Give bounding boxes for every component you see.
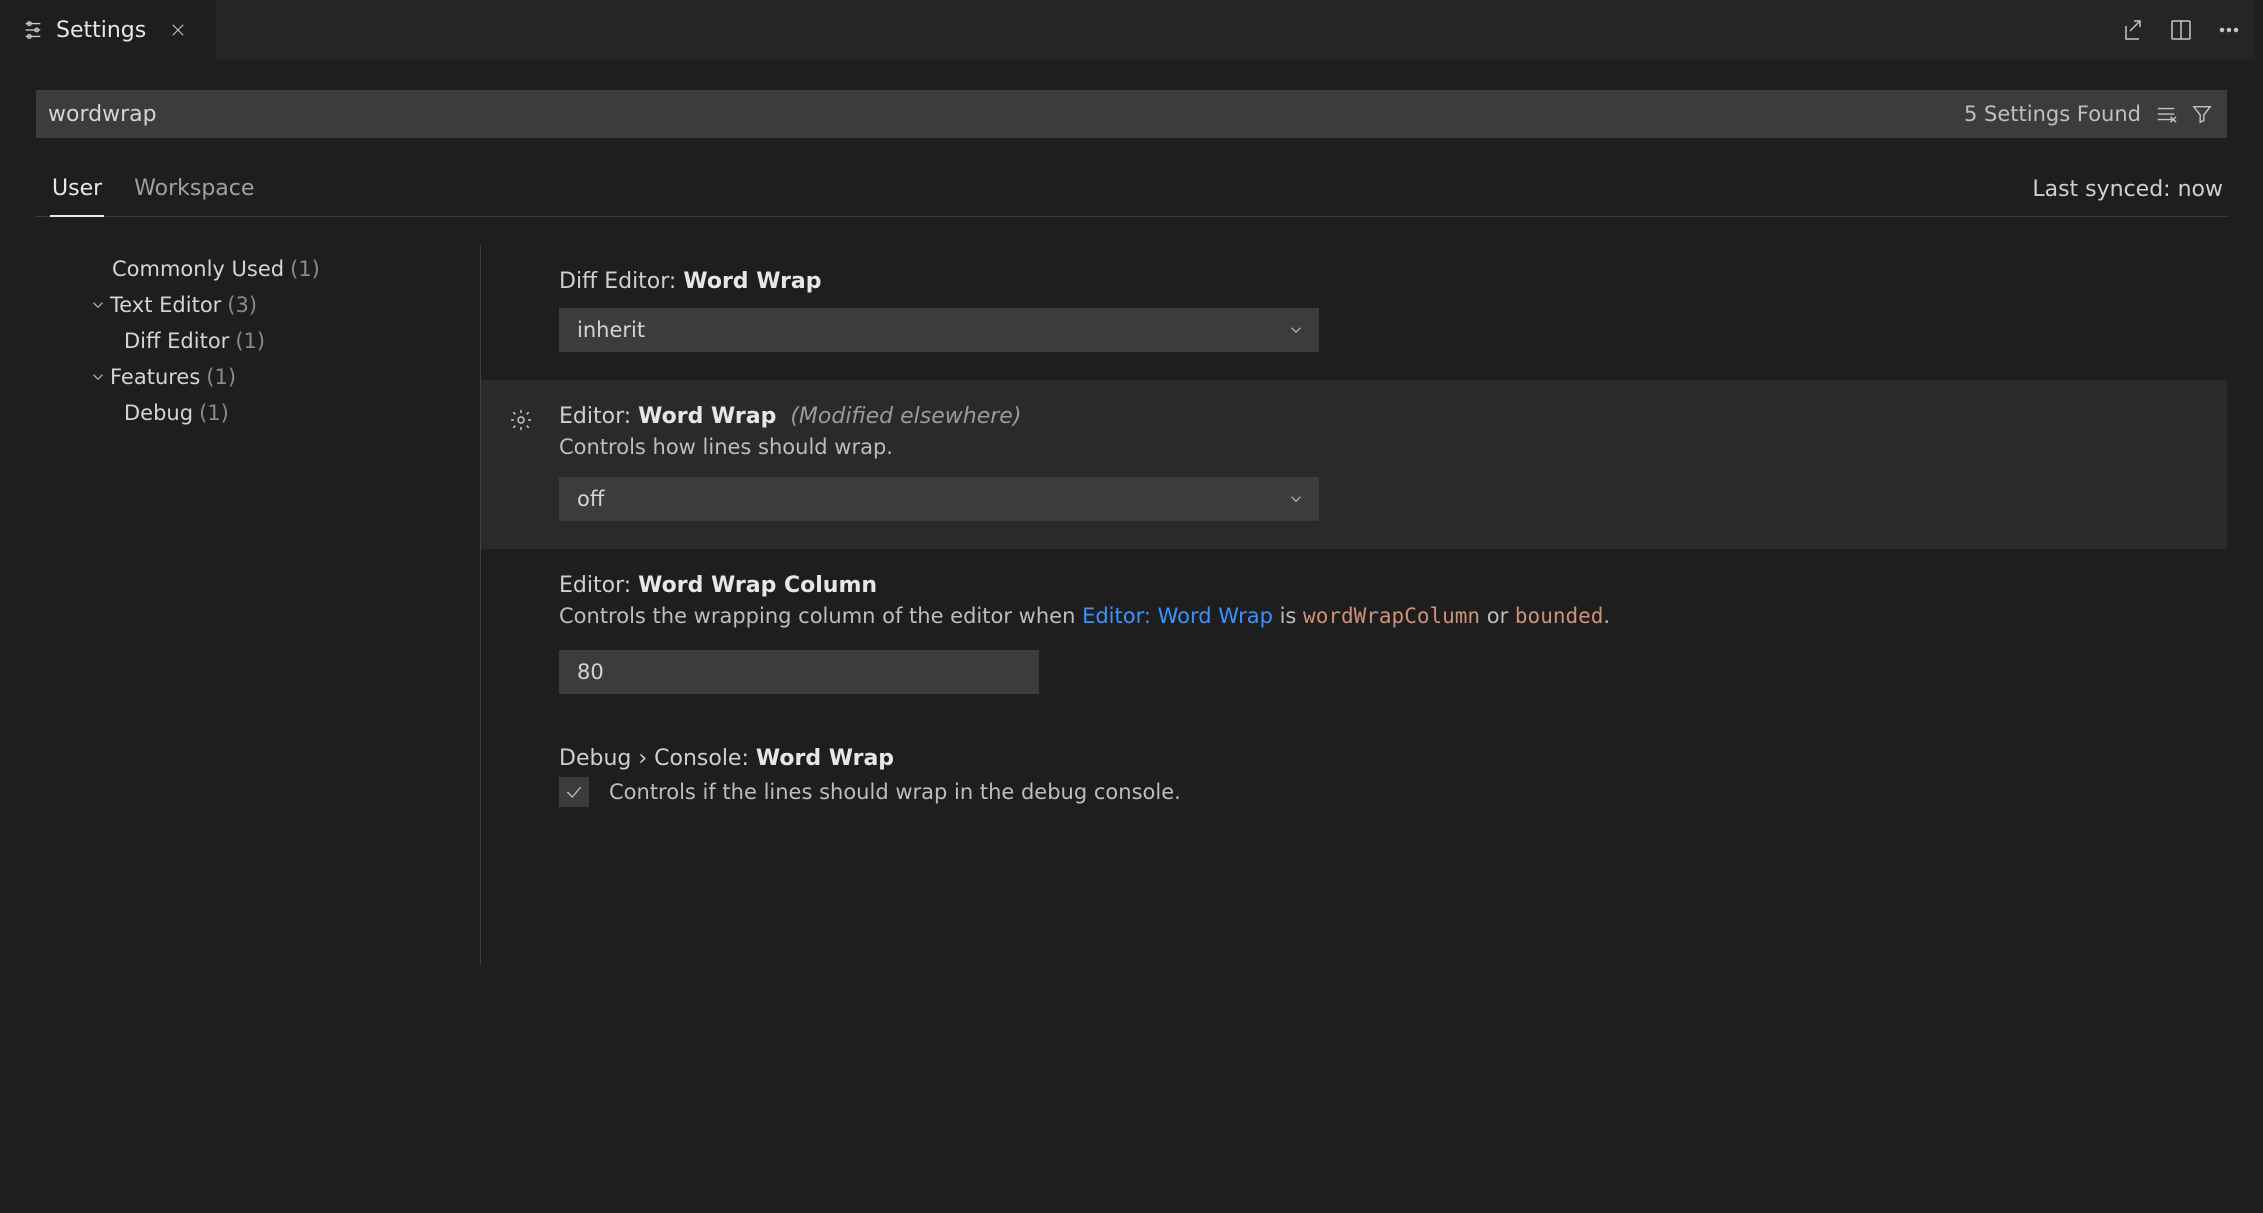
setting-title-prefix: Diff Editor: <box>559 269 683 294</box>
toc-label: Debug <box>124 401 193 425</box>
setting-title-prefix: Editor: <box>559 404 638 429</box>
toc-count: (3) <box>227 293 257 317</box>
editor-tab-bar: Settings <box>0 0 2263 60</box>
settings-icon <box>22 19 44 41</box>
settings-search-input[interactable] <box>48 102 1964 127</box>
toc-count: (1) <box>199 401 229 425</box>
setting-title: Editor: Word Wrap (Modified elsewhere) <box>559 404 2217 429</box>
setting-modified-note: (Modified elsewhere) <box>790 404 1021 429</box>
desc-text: or <box>1480 604 1515 628</box>
setting-number-input[interactable] <box>559 650 1039 694</box>
setting-editor-word-wrap: Editor: Word Wrap (Modified elsewhere) Co… <box>481 380 2227 549</box>
toc-label: Text Editor <box>110 293 221 317</box>
close-icon[interactable] <box>169 21 187 39</box>
setting-title: Debug › Console: Word Wrap <box>559 746 2217 771</box>
gear-icon[interactable] <box>509 408 533 432</box>
chevron-down-icon <box>86 296 110 314</box>
toc-debug[interactable]: Debug (1) <box>36 395 480 431</box>
tabbar-spacer <box>216 0 2107 60</box>
desc-text: . <box>1603 604 1610 628</box>
settings-scope-row: User Workspace Last synced: now <box>36 168 2227 217</box>
settings-list: Diff Editor: Word Wrap inherit Editor: W… <box>481 245 2227 965</box>
setting-title-prefix: Editor: <box>559 573 638 598</box>
setting-link-editor-word-wrap[interactable]: Editor: Word Wrap <box>1082 604 1273 628</box>
setting-title-name: Word Wrap <box>683 269 821 294</box>
sync-status: Last synced: now <box>2032 177 2227 216</box>
open-settings-json-icon[interactable] <box>2121 18 2145 42</box>
clear-search-icon[interactable] <box>2155 103 2177 125</box>
toc-count: (1) <box>206 365 236 389</box>
settings-found-count: 5 Settings Found <box>1964 102 2141 126</box>
setting-title-name: Word Wrap Column <box>638 573 877 598</box>
chevron-down-icon <box>86 368 110 386</box>
setting-select[interactable]: inherit <box>559 308 1319 352</box>
toc-commonly-used[interactable]: Commonly Used (1) <box>36 251 480 287</box>
setting-diff-editor-word-wrap: Diff Editor: Word Wrap inherit <box>559 245 2217 380</box>
settings-toc: Commonly Used (1) Text Editor (3) Diff E… <box>36 245 481 965</box>
tabbar-actions <box>2107 0 2255 60</box>
setting-description: Controls how lines should wrap. <box>559 435 2217 459</box>
toc-count: (1) <box>235 329 265 353</box>
settings-search-row: 5 Settings Found <box>36 90 2227 138</box>
desc-code: bounded <box>1515 604 1604 628</box>
setting-title-prefix: Debug › Console: <box>559 746 756 771</box>
setting-title-name: Word Wrap <box>756 746 894 771</box>
setting-debug-console-word-wrap: Debug › Console: Word Wrap Controls if t… <box>559 722 2217 835</box>
toc-text-editor[interactable]: Text Editor (3) <box>36 287 480 323</box>
filter-icon[interactable] <box>2191 103 2213 125</box>
setting-title: Diff Editor: Word Wrap <box>559 269 2217 294</box>
tab-label: Settings <box>56 18 146 43</box>
toc-diff-editor[interactable]: Diff Editor (1) <box>36 323 480 359</box>
scope-tab-workspace[interactable]: Workspace <box>132 168 256 216</box>
select-value: inherit <box>577 318 645 342</box>
toc-label: Features <box>110 365 200 389</box>
toc-features[interactable]: Features (1) <box>36 359 480 395</box>
setting-checkbox[interactable] <box>559 777 589 807</box>
setting-select[interactable]: off <box>559 477 1319 521</box>
check-icon <box>564 782 584 802</box>
settings-body: 5 Settings Found User Workspace Last syn… <box>0 60 2263 965</box>
chevron-down-icon <box>1287 490 1305 508</box>
setting-title-name: Word Wrap <box>638 404 776 429</box>
desc-text: is <box>1273 604 1303 628</box>
setting-title: Editor: Word Wrap Column <box>559 573 2217 598</box>
setting-editor-word-wrap-column: Editor: Word Wrap Column Controls the wr… <box>559 549 2217 722</box>
setting-description: Controls if the lines should wrap in the… <box>609 780 1181 804</box>
more-actions-icon[interactable] <box>2217 18 2241 42</box>
setting-description: Controls the wrapping column of the edit… <box>559 604 2217 628</box>
select-value: off <box>577 487 604 511</box>
toc-count: (1) <box>290 257 320 281</box>
desc-code: wordWrapColumn <box>1303 604 1480 628</box>
desc-text: Controls the wrapping column of the edit… <box>559 604 1082 628</box>
chevron-down-icon <box>1287 321 1305 339</box>
toc-label: Diff Editor <box>124 329 229 353</box>
scope-tab-user[interactable]: User <box>50 168 104 217</box>
tab-settings[interactable]: Settings <box>0 0 216 60</box>
split-editor-icon[interactable] <box>2169 18 2193 42</box>
toc-label: Commonly Used <box>112 257 284 281</box>
settings-columns: Commonly Used (1) Text Editor (3) Diff E… <box>36 245 2227 965</box>
